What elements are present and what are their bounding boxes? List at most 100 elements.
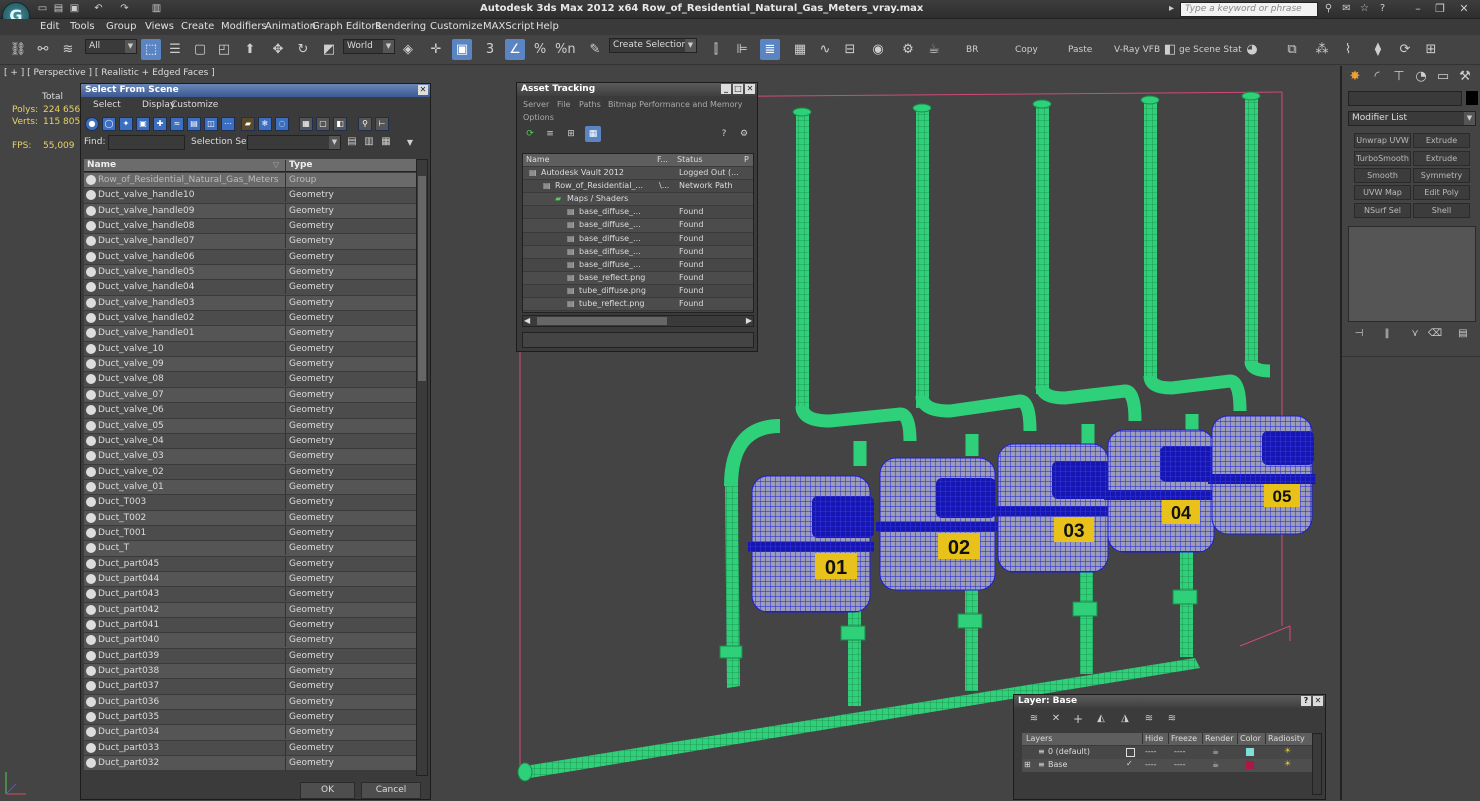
column-name[interactable]: Name <box>87 160 116 170</box>
display-none-icon[interactable]: ▢ <box>316 117 330 131</box>
object-list-row[interactable]: Duct_part038 Geometry <box>84 664 416 680</box>
cancel-button[interactable]: Cancel <box>361 782 421 799</box>
object-list-row[interactable]: Duct_T001 Geometry <box>84 525 416 542</box>
column-type[interactable]: Type <box>285 160 312 172</box>
layer-row-base[interactable]: ⊞ ≡ Base ✓ ---- ---- ☕ ☀ <box>1022 759 1312 772</box>
menu-edit[interactable]: Edit <box>40 21 59 32</box>
modifier-button-turbosmooth[interactable]: TurboSmooth <box>1354 151 1411 166</box>
selection-filter-dropdown[interactable]: All ▼ <box>85 39 137 54</box>
object-list-row[interactable]: Duct_valve_05 Geometry <box>84 418 416 434</box>
close-icon[interactable]: ✕ <box>1313 696 1323 706</box>
object-list-row[interactable]: Duct_valve_handle01 Geometry <box>84 326 416 342</box>
reference-coordinate-dropdown[interactable]: World ▼ <box>343 39 395 54</box>
asset-row[interactable]: ▤ base_diffuse_... Found <box>523 232 753 246</box>
asset-row[interactable]: ▤ base_reflect.png Found <box>523 271 753 285</box>
modifier-button-smooth[interactable]: Smooth <box>1354 168 1411 183</box>
display-cameras-icon[interactable]: ▣ <box>136 117 150 131</box>
render-setup-icon[interactable]: ⚙ <box>898 39 918 60</box>
object-list-row[interactable]: Duct_valve_08 Geometry <box>84 372 416 388</box>
layer-dialog-titlebar[interactable]: Layer: Base ? ✕ <box>1014 695 1325 708</box>
layer-color-swatch[interactable] <box>1246 761 1254 769</box>
object-list-row[interactable]: Duct_part045 Geometry <box>84 556 416 572</box>
layer-hide-value[interactable]: ---- <box>1145 747 1157 756</box>
spinner-snap-icon[interactable]: %n <box>555 39 576 60</box>
asset-column-p[interactable]: P <box>744 155 749 164</box>
highlight-selected-icon[interactable]: ◮ <box>1117 711 1133 727</box>
modifier-button-symmetry[interactable]: Symmetry <box>1413 168 1470 183</box>
object-list-row[interactable]: Duct_valve_handle05 Geometry <box>84 265 416 281</box>
modifier-button-extrude-2[interactable]: Extrude <box>1413 151 1470 166</box>
redo-icon[interactable]: ↷ <box>118 2 131 15</box>
utilities-tab-icon[interactable]: ⚒ <box>1456 68 1474 86</box>
object-list-row[interactable]: Duct_valve_03 Geometry <box>84 449 416 465</box>
select-objects-in-layer-icon[interactable]: ◭ <box>1093 711 1109 727</box>
radiosity-icon[interactable]: ☀ <box>1284 759 1291 768</box>
rectangular-selection-icon[interactable]: ▢ <box>190 39 210 60</box>
layer-row-default[interactable]: ≡ 0 (default) ---- ---- ☕ ☀ <box>1022 746 1312 759</box>
clone-icon[interactable]: ⟳ <box>1395 39 1415 60</box>
modifier-button-uvw-map[interactable]: UVW Map <box>1354 185 1411 200</box>
refresh-icon[interactable]: ⟳ <box>523 127 537 141</box>
object-list-row[interactable]: Duct_part035 Geometry <box>84 710 416 726</box>
display-groups-icon[interactable]: ▤ <box>187 117 201 131</box>
particle-view-icon[interactable]: ⁂ <box>1312 39 1332 60</box>
display-frozen-icon[interactable]: ❄ <box>258 117 272 131</box>
at-menu-server[interactable]: Server <box>523 100 549 109</box>
move-icon[interactable]: ✥ <box>268 39 288 60</box>
menu-animation[interactable]: Animation <box>265 21 316 32</box>
modifier-button-extrude[interactable]: Extrude <box>1413 133 1470 148</box>
menu-maxscript[interactable]: MAXScript <box>483 21 534 32</box>
create-tab-icon[interactable]: ✸ <box>1346 68 1364 86</box>
help-icon[interactable]: ? <box>1376 2 1389 15</box>
sfs-menu-select[interactable]: Select <box>93 100 121 110</box>
at-menu-file[interactable]: File <box>557 100 570 109</box>
close-icon[interactable]: ✕ <box>418 85 428 95</box>
select-invert-icon[interactable]: ▦ <box>379 134 393 150</box>
asset-row[interactable]: ▤ base_diffuse_... Found <box>523 258 753 272</box>
scene-states-button[interactable]: ge Scene Stat <box>1179 45 1242 55</box>
select-none-icon[interactable]: ▥ <box>362 134 376 150</box>
asset-hscrollbar[interactable]: ◀ ▶ <box>522 315 754 327</box>
menu-help[interactable]: Help <box>536 21 559 32</box>
object-list-row[interactable]: Duct_part037 Geometry <box>84 679 416 695</box>
scrollbar-thumb[interactable] <box>537 317 667 325</box>
copy-button[interactable]: Copy <box>1015 45 1038 55</box>
maximize-icon[interactable]: □ <box>733 84 743 94</box>
modify-tab-icon[interactable]: ◜ <box>1368 68 1386 86</box>
modifier-button-edit-poly[interactable]: Edit Poly <box>1413 185 1470 200</box>
asset-row[interactable]: ▤ base_diffuse_... Found <box>523 206 753 220</box>
vray-vfb-button[interactable]: V-Ray VFB <box>1114 45 1160 55</box>
filter-icon[interactable]: ⚲ <box>358 117 372 131</box>
object-list-row[interactable]: Duct_part032 Geometry <box>84 756 416 771</box>
paste-button[interactable]: Paste <box>1068 45 1092 55</box>
make-unique-icon[interactable]: ⋎ <box>1406 326 1424 342</box>
object-list-row[interactable]: Duct_valve_handle03 Geometry <box>84 295 416 312</box>
object-name-input[interactable] <box>1348 91 1462 106</box>
material-editor-icon[interactable]: ◉ <box>868 39 888 60</box>
at-menu-options[interactable]: Options <box>523 113 554 122</box>
object-list-row[interactable]: Row_of_Residential_Natural_Gas_Meters Gro… <box>84 173 416 189</box>
asset-column-f[interactable]: F... <box>657 155 668 164</box>
remove-modifier-icon[interactable]: ⌫ <box>1426 326 1444 342</box>
invert-display-icon[interactable]: ◧ <box>333 117 347 131</box>
asset-row[interactable]: ▤ Autodesk Vault 2012 Logged Out (... <box>523 167 753 181</box>
modifier-list-dropdown[interactable]: Modifier List ▼ <box>1348 111 1476 126</box>
at-menu-bitmap[interactable]: Bitmap Performance and Memory <box>608 100 743 109</box>
settings-icon[interactable]: ⚙ <box>737 127 751 141</box>
list-view-icon[interactable]: ≡ <box>543 127 557 141</box>
object-list-row[interactable]: Duct_valve_handle06 Geometry <box>84 249 416 266</box>
search-options-icon[interactable]: ▸ <box>1165 2 1178 15</box>
container-icon[interactable]: ⧉ <box>1282 39 1302 60</box>
menu-rendering[interactable]: Rendering <box>375 21 426 32</box>
minimize-button[interactable]: – <box>1410 2 1426 16</box>
display-xrefs-icon[interactable]: ◫ <box>204 117 218 131</box>
ok-button[interactable]: OK <box>300 782 355 799</box>
object-list-row[interactable]: Duct_T Geometry <box>84 541 416 557</box>
select-by-name-icon[interactable]: ☰ <box>165 39 185 60</box>
close-icon[interactable]: ✕ <box>745 84 755 94</box>
percent-snap-icon[interactable]: % <box>530 39 550 60</box>
create-layer-icon[interactable]: ≋ <box>1026 711 1042 727</box>
layer-hide-value[interactable]: ---- <box>1145 760 1157 769</box>
display-all-icon[interactable]: ▦ <box>299 117 313 131</box>
layer-scrollbar[interactable] <box>1312 733 1322 795</box>
